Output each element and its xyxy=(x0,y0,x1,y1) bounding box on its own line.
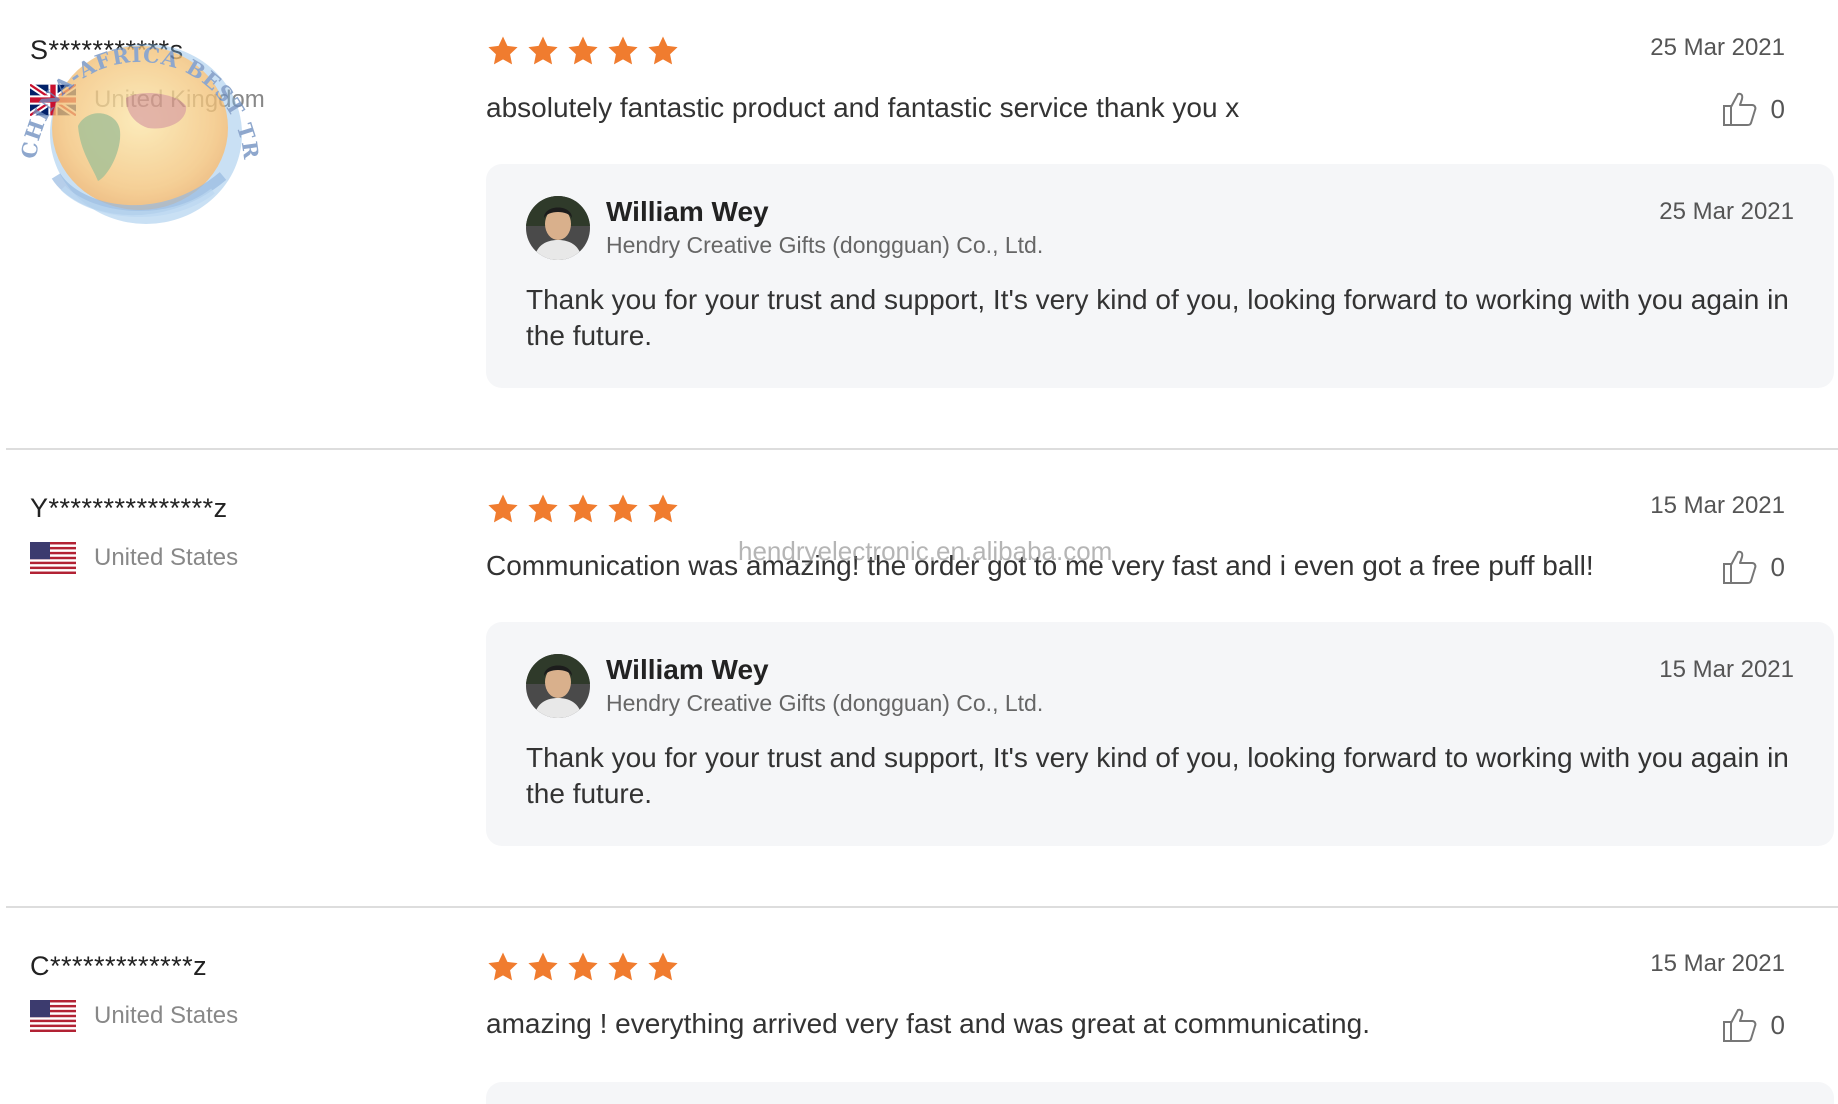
divider xyxy=(6,448,1838,450)
star-icon xyxy=(606,492,640,526)
review-date: 15 Mar 2021 xyxy=(1650,492,1785,519)
reply-text: Thank you for your trust and support, It… xyxy=(526,742,1789,809)
seller-reply: William Wey Hendry Creative Gifts (dongg… xyxy=(486,164,1834,388)
like-control: 0 xyxy=(1721,1006,1785,1044)
avatar xyxy=(526,654,590,718)
reply-author-name: William Wey xyxy=(606,196,769,227)
seller-reply: William Wey Hendry Creative Gifts (dongg… xyxy=(486,622,1834,846)
buyer-name: C*************z xyxy=(30,951,208,981)
star-icon xyxy=(646,950,680,984)
reply-author-name: William Wey xyxy=(606,654,769,685)
star-icon xyxy=(566,34,600,68)
star-icon xyxy=(606,34,640,68)
like-count: 0 xyxy=(1770,93,1785,124)
buyer-country: United States xyxy=(30,542,238,574)
review-date: 25 Mar 2021 xyxy=(1650,34,1785,61)
like-control: 0 xyxy=(1721,90,1785,128)
watermark-url: hendryelectronic.en.alibaba.com xyxy=(738,536,1113,566)
reply-date: 15 Mar 2021 xyxy=(1659,656,1794,683)
reply-company: Hendry Creative Gifts (dongguan) Co., Lt… xyxy=(606,232,1044,258)
star-icon xyxy=(566,492,600,526)
review-text: amazing ! everything arrived very fast a… xyxy=(486,1008,1370,1039)
like-count: 0 xyxy=(1770,551,1785,582)
star-rating xyxy=(486,34,686,68)
country-name: United States xyxy=(94,544,239,571)
divider xyxy=(6,906,1838,908)
watermark-seal-logo: CHINA-AFRICA BEST TRADING PLATFORM xyxy=(8,6,268,236)
star-icon xyxy=(526,950,560,984)
thumbs-up-icon[interactable] xyxy=(1721,548,1757,586)
buyer-info: Y***************z United States xyxy=(30,492,450,574)
review-text: absolutely fantastic product and fantast… xyxy=(486,92,1240,123)
buyer-country: United States xyxy=(30,1000,238,1032)
star-icon xyxy=(526,492,560,526)
review-date: 15 Mar 2021 xyxy=(1650,950,1785,977)
reply-text: Thank you for your trust and support, It… xyxy=(526,284,1789,351)
star-icon xyxy=(486,492,520,526)
star-icon xyxy=(526,34,560,68)
star-icon xyxy=(486,34,520,68)
star-icon xyxy=(486,950,520,984)
like-control: 0 xyxy=(1721,548,1785,586)
us-flag-icon xyxy=(30,542,76,574)
reply-date: 25 Mar 2021 xyxy=(1659,198,1794,225)
star-icon xyxy=(646,34,680,68)
star-rating xyxy=(486,492,686,526)
like-count: 0 xyxy=(1770,1009,1785,1040)
star-icon xyxy=(566,950,600,984)
seller-reply xyxy=(486,1082,1834,1104)
country-name: United States xyxy=(94,1002,239,1029)
thumbs-up-icon[interactable] xyxy=(1721,90,1757,128)
us-flag-icon xyxy=(30,1000,76,1032)
reply-company: Hendry Creative Gifts (dongguan) Co., Lt… xyxy=(606,690,1044,716)
star-icon xyxy=(606,950,640,984)
thumbs-up-icon[interactable] xyxy=(1721,1006,1757,1044)
reviews-page: S***********s United Kingdom xyxy=(0,0,1838,1104)
buyer-name: Y***************z xyxy=(30,493,228,523)
star-icon xyxy=(646,492,680,526)
avatar xyxy=(526,196,590,260)
buyer-info: C*************z United States xyxy=(30,950,450,1032)
star-rating xyxy=(486,950,686,984)
